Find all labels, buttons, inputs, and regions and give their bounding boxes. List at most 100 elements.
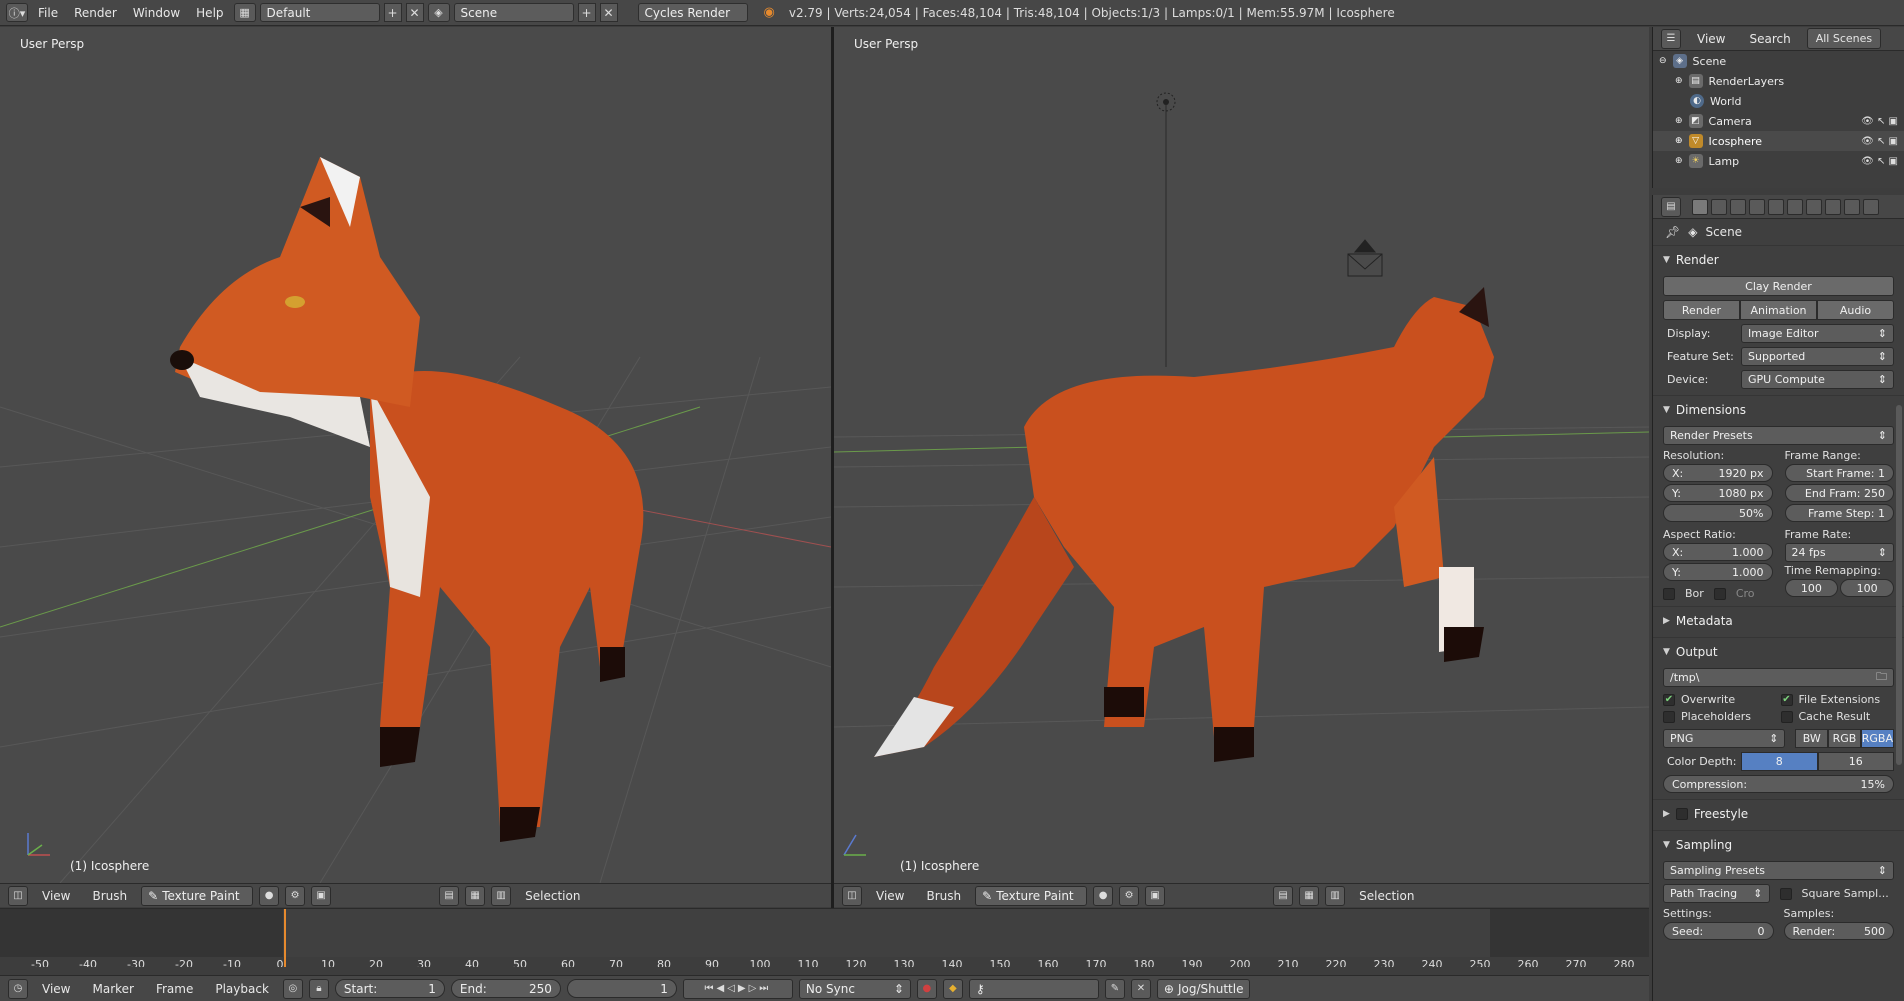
preview-range-icon[interactable]: ◎	[282, 978, 303, 999]
shading-icon[interactable]: ●	[259, 885, 280, 906]
file-format-dropdown[interactable]: PNG ⇕	[1663, 729, 1786, 748]
layer-buttons-2[interactable]	[388, 887, 433, 905]
outliner-item-world[interactable]: ◐ World	[1653, 91, 1904, 111]
render-icon[interactable]: ▦	[465, 885, 486, 906]
menu-frame[interactable]: Frame	[148, 979, 201, 999]
layer-buttons-right[interactable]	[1171, 887, 1216, 905]
mode-dropdown[interactable]: ✎ Texture Paint	[141, 885, 254, 906]
menu-playback[interactable]: Playback	[207, 979, 277, 999]
timeline-editor-icon[interactable]: ◷	[8, 978, 28, 999]
depth-16[interactable]: 16	[1817, 752, 1894, 771]
selection-menu[interactable]: Selection	[517, 886, 588, 906]
file-ext-option[interactable]: ✔ File Extensions	[1780, 693, 1895, 706]
outliner-item-icosphere[interactable]: ⊕ ▽ Icosphere 👁︎ ↖ ▣	[1653, 131, 1904, 151]
menu-view-tl[interactable]: View	[34, 979, 78, 999]
color-mode-bw[interactable]: BW	[1795, 729, 1829, 748]
color-mode-rgba[interactable]: RGBA	[1860, 729, 1895, 748]
render-samples-field[interactable]: Render: 500	[1783, 922, 1894, 940]
lock-range-icon[interactable]: 🔒︎	[308, 978, 329, 999]
clay-render-button[interactable]: Clay Render	[1663, 276, 1894, 296]
render-tab-icon[interactable]	[1692, 198, 1708, 215]
render-anim-icon[interactable]: ▥	[491, 885, 512, 906]
freestyle-checkbox[interactable]	[1675, 808, 1688, 820]
add-layout-icon[interactable]: +	[383, 3, 402, 22]
constraint-tab-icon[interactable]	[1787, 198, 1803, 215]
feature-set-dropdown[interactable]: Supported ⇕	[1741, 347, 1894, 366]
menu-file[interactable]: File	[32, 3, 64, 23]
aspect-x-field[interactable]: X: 1.000	[1663, 543, 1773, 561]
record-icon[interactable]: ●	[916, 978, 937, 999]
sync-dropdown[interactable]: No Sync ⇕	[798, 978, 911, 999]
render-button[interactable]: Render	[1663, 300, 1740, 320]
device-dropdown[interactable]: GPU Compute ⇕	[1741, 370, 1894, 389]
outliner-item-scene[interactable]: ⊖ ◈ Scene	[1653, 51, 1904, 71]
sampling-presets-dropdown[interactable]: Sampling Presets ⇕	[1663, 861, 1894, 880]
dimensions-panel-header[interactable]: ▼ Dimensions	[1663, 400, 1894, 420]
render-engine-dropdown[interactable]: Cycles Render	[637, 3, 748, 22]
properties-scrollbar[interactable]	[1896, 405, 1902, 765]
menu-window[interactable]: Window	[127, 3, 186, 23]
overwrite-checkbox[interactable]: ✔	[1663, 693, 1675, 706]
placeholders-option[interactable]: Placeholders	[1663, 710, 1777, 723]
keyframe-icon[interactable]: ◆	[942, 978, 963, 999]
output-path-field[interactable]: /tmp\ 🗀	[1663, 668, 1894, 687]
outliner-menu-view[interactable]: View	[1689, 29, 1733, 49]
square-samples-checkbox[interactable]	[1779, 887, 1792, 900]
color-mode-rgb[interactable]: RGB	[1828, 729, 1861, 748]
playback-controls[interactable]: ⏮◀◁▶▷⏭	[682, 978, 793, 999]
properties-editor-icon[interactable]: ▤	[1661, 196, 1681, 217]
compression-slider[interactable]: Compression: 15%	[1663, 775, 1894, 793]
insert-key-icon[interactable]: ✎	[1104, 978, 1125, 999]
resolution-x-field[interactable]: X: 1920 px	[1663, 464, 1773, 482]
visibility-toggles[interactable]: 👁︎ ↖ ▣	[1861, 136, 1898, 147]
sampling-method-dropdown[interactable]: Path Tracing ⇕	[1663, 884, 1770, 903]
frame-step-prop[interactable]: Frame Step: 1	[1784, 504, 1894, 522]
mask-icon-right[interactable]: ▣	[1145, 885, 1166, 906]
pivot-icon-right[interactable]: ⚙	[1119, 885, 1140, 906]
seed-field[interactable]: Seed: 0	[1663, 922, 1774, 940]
scene-icon[interactable]: ◈	[427, 3, 450, 22]
outliner-display-mode[interactable]: All Scenes	[1806, 28, 1882, 49]
audio-button[interactable]: Audio	[1817, 300, 1894, 320]
viewport-right[interactable]: User Persp (1) Icosphere	[834, 27, 1649, 883]
render-presets-dropdown[interactable]: Render Presets ⇕	[1663, 426, 1894, 445]
menu-view-right[interactable]: View	[868, 886, 912, 906]
visibility-toggles[interactable]: 👁︎ ↖ ▣	[1861, 156, 1898, 167]
output-panel-header[interactable]: ▼ Output	[1663, 642, 1894, 662]
layer-buttons[interactable]	[337, 887, 382, 905]
shading-icon-right[interactable]: ●	[1093, 885, 1114, 906]
pin-icon[interactable]: 📌︎	[1665, 225, 1680, 239]
display-dropdown[interactable]: Image Editor ⇕	[1741, 324, 1894, 343]
lock-camera-icon-right[interactable]: ▤	[1273, 885, 1294, 906]
viewport-left[interactable]: User Persp (1) Icosphere	[0, 27, 831, 883]
current-frame-cursor[interactable]	[284, 909, 286, 967]
end-frame-field[interactable]: End: 250	[450, 979, 561, 998]
lock-camera-icon[interactable]: ▤	[439, 885, 460, 906]
frame-rate-dropdown[interactable]: 24 fps ⇕	[1784, 543, 1894, 562]
file-ext-checkbox[interactable]: ✔	[1780, 693, 1793, 706]
freestyle-panel-header[interactable]: ▶ Freestyle	[1663, 804, 1894, 824]
end-frame-prop[interactable]: End Fram: 250	[1784, 484, 1894, 502]
object-tab-icon[interactable]	[1768, 198, 1784, 215]
editor-type-icon-right[interactable]: ◫	[842, 885, 862, 906]
folder-icon[interactable]: 🗀	[1876, 668, 1887, 687]
add-scene-icon[interactable]: +	[577, 3, 596, 22]
layout-field[interactable]: Default	[259, 3, 380, 22]
mask-icon[interactable]: ▣	[311, 885, 332, 906]
texture-tab-icon[interactable]	[1863, 198, 1879, 215]
resolution-y-field[interactable]: Y: 1080 px	[1663, 484, 1773, 502]
sampling-panel-header[interactable]: ▼ Sampling	[1663, 835, 1894, 855]
outliner-item-camera[interactable]: ⊕ ◩ Camera 👁︎ ↖ ▣	[1653, 111, 1904, 131]
remove-scene-icon[interactable]: ✕	[599, 3, 618, 22]
resolution-percent-field[interactable]: 50%	[1663, 504, 1773, 522]
scene-field[interactable]: Scene	[453, 3, 574, 22]
keying-set-field[interactable]: ⚷	[968, 978, 1099, 999]
info-icon[interactable]: ⓘ▾	[6, 3, 28, 22]
crop-checkbox[interactable]	[1713, 587, 1726, 600]
delete-key-icon[interactable]: ✕	[1130, 978, 1151, 999]
cache-result-option[interactable]: Cache Result	[1780, 710, 1895, 723]
menu-help[interactable]: Help	[190, 3, 229, 23]
editor-type-icon[interactable]: ◫	[8, 885, 28, 906]
menu-view[interactable]: View	[34, 886, 78, 906]
border-checkbox[interactable]	[1663, 587, 1675, 600]
